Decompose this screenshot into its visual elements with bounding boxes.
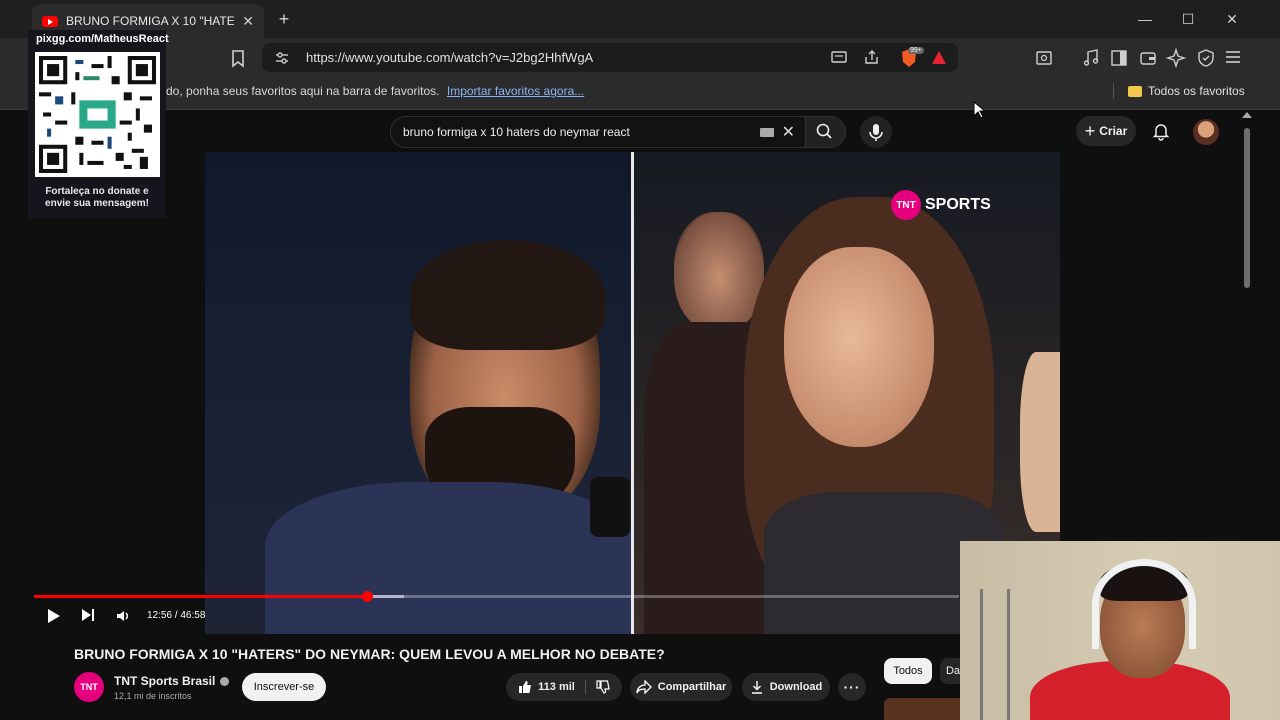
all-bookmarks-label: Todos os favoritos — [1148, 84, 1245, 98]
clear-search-icon[interactable]: ✕ — [782, 122, 795, 142]
subscribe-button[interactable]: Inscrever-se — [242, 673, 326, 701]
channel-name[interactable]: TNT Sports Brasil — [114, 674, 215, 688]
volume-icon — [117, 611, 128, 621]
microphone-prop — [590, 477, 630, 537]
more-icon: ··· — [843, 679, 861, 695]
brave-rewards-icon[interactable] — [930, 49, 948, 67]
page-scrollbar[interactable] — [1242, 112, 1252, 720]
tnt-logo: TNT — [891, 190, 921, 220]
wallet-icon[interactable] — [1138, 48, 1158, 68]
donate-url: pixgg.com/MatheusReact — [36, 33, 169, 45]
recommended-thumbnail[interactable] — [884, 698, 964, 720]
background-man — [674, 212, 764, 332]
search-input[interactable]: bruno formiga x 10 haters do neymar reac… — [390, 116, 806, 148]
thumbs-down-icon — [596, 680, 610, 694]
dislike-button[interactable] — [592, 680, 610, 694]
import-bookmarks-link[interactable]: Importar favoritos agora... — [447, 84, 584, 98]
watermark-text: SPORTS — [925, 196, 991, 213]
like-count: 113 mil — [538, 681, 575, 693]
plus-icon: + — [1084, 120, 1096, 141]
share-icon[interactable] — [863, 49, 883, 69]
download-button[interactable]: Download — [742, 673, 830, 701]
more-actions-button[interactable]: ··· — [838, 673, 866, 701]
keyboard-icon[interactable] — [759, 127, 774, 137]
video-left-scene — [205, 152, 635, 634]
all-bookmarks-button[interactable]: Todos os favoritos — [1128, 84, 1245, 98]
donate-overlay: pixgg.com/MatheusReact Fortaleça no dona… — [28, 30, 169, 218]
avatar[interactable] — [1193, 119, 1219, 145]
share-button[interactable]: Compartilhar — [630, 673, 732, 701]
screenshot-icon[interactable] — [1034, 48, 1054, 68]
progress-scrubber[interactable] — [362, 591, 373, 602]
media-icon[interactable] — [1081, 48, 1101, 68]
leo-ai-icon[interactable] — [1166, 48, 1186, 68]
create-button[interactable]: + Criar — [1076, 116, 1136, 146]
like-button[interactable]: 113 mil — [518, 680, 586, 694]
play-icon — [48, 609, 60, 623]
subscriber-count: 12,1 mi de inscritos — [114, 691, 192, 701]
microphone-icon — [869, 124, 883, 141]
channel-info: TNT Sports Brasil 12,1 mi de inscritos — [114, 674, 230, 701]
qr-code — [35, 52, 160, 177]
sidebar-icon[interactable] — [1109, 48, 1129, 68]
site-settings-icon[interactable] — [274, 50, 296, 66]
volume-button[interactable] — [115, 608, 131, 624]
vpn-icon[interactable] — [1196, 48, 1216, 68]
cast-icon[interactable] — [830, 49, 850, 69]
next-button[interactable] — [80, 607, 96, 623]
video-player[interactable]: TNT SPORTS — [205, 152, 1060, 634]
new-tab-button[interactable]: + — [274, 9, 294, 29]
search-icon — [816, 123, 832, 139]
headset — [1092, 559, 1196, 649]
woman-face — [784, 247, 934, 447]
bookmarks-hint-text: do, ponha seus favoritos aqui na barra d… — [166, 84, 440, 98]
voice-search-button[interactable] — [860, 116, 892, 148]
tab-title: BRUNO FORMIGA X 10 "HATERS — [66, 14, 235, 28]
minimize-icon[interactable]: — — [1134, 8, 1156, 30]
shield-badge: 99+ — [908, 47, 924, 54]
play-button[interactable] — [44, 607, 62, 625]
search-query: bruno formiga x 10 haters do neymar reac… — [403, 125, 630, 139]
chip-all[interactable]: Todos — [884, 658, 932, 684]
webcam-rack — [980, 589, 1010, 720]
man-hair — [410, 240, 605, 350]
address-bar[interactable]: https://www.youtube.com/watch?v=J2bg2Hhf… — [262, 43, 958, 72]
thumbs-up-icon — [519, 681, 532, 693]
progress-played — [34, 595, 367, 598]
share-arrow-icon — [636, 680, 652, 694]
notifications-bell-icon[interactable] — [1151, 121, 1171, 141]
video-title: BRUNO FORMIGA X 10 "HATERS" DO NEYMAR: Q… — [74, 646, 665, 662]
time-display: 12:56 / 46:58 — [147, 610, 206, 621]
download-label: Download — [769, 681, 823, 693]
next-icon — [82, 609, 94, 621]
like-dislike-group: 113 mil — [506, 673, 622, 701]
mouse-cursor — [973, 101, 985, 119]
scroll-up-arrow[interactable] — [1242, 112, 1252, 118]
close-window-icon[interactable]: ✕ — [1221, 8, 1243, 30]
brave-shield-icon[interactable]: 99+ — [898, 47, 924, 69]
scrollbar-thumb[interactable] — [1244, 128, 1250, 288]
create-label: Criar — [1099, 124, 1128, 138]
bookmarks-divider — [1113, 83, 1114, 99]
bookmarks-hint: do, ponha seus favoritos aqui na barra d… — [166, 84, 584, 98]
youtube-favicon-icon — [42, 15, 58, 27]
folder-icon — [1128, 85, 1142, 97]
tnt-sports-watermark: TNT SPORTS — [891, 190, 991, 220]
channel-avatar[interactable]: TNT — [74, 672, 104, 702]
menu-icon[interactable] — [1224, 48, 1244, 68]
verified-icon — [220, 676, 230, 686]
man-shirt — [265, 482, 635, 634]
download-icon — [751, 681, 762, 694]
donate-message: Fortaleça no donate e envie sua mensagem… — [45, 186, 149, 209]
close-tab-icon[interactable]: ✕ — [242, 13, 254, 30]
search-button[interactable] — [806, 116, 846, 148]
background-person-right — [1020, 352, 1060, 532]
maximize-icon[interactable]: ☐ — [1177, 8, 1199, 30]
share-label: Compartilhar — [657, 681, 727, 693]
webcam-overlay — [960, 541, 1280, 720]
bookmark-icon[interactable] — [228, 48, 248, 68]
url-text: https://www.youtube.com/watch?v=J2bg2Hhf… — [306, 50, 594, 65]
